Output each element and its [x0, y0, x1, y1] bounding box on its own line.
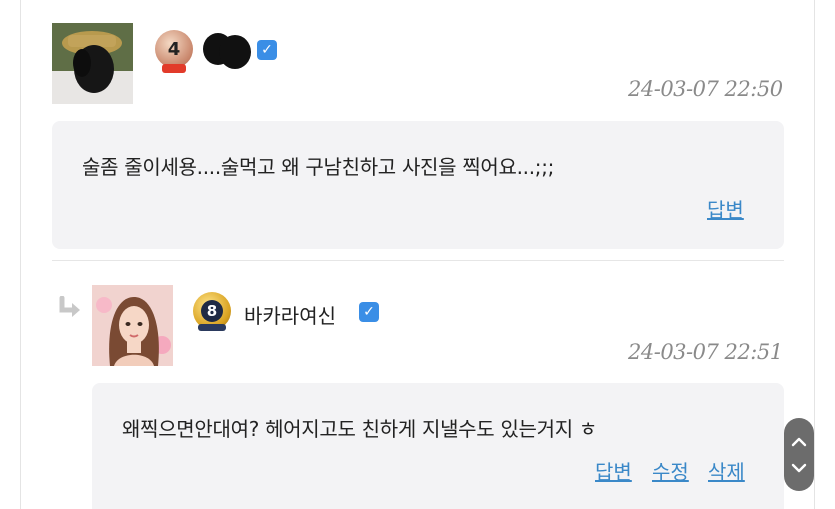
- level-badge-ribbon: [198, 324, 226, 331]
- author-nickname[interactable]: 바카라여신: [244, 300, 336, 329]
- edit-button[interactable]: 수정: [652, 456, 689, 485]
- level-number: 8: [201, 300, 223, 322]
- avatar-photo: [52, 23, 133, 104]
- level-badge: 4: [155, 30, 193, 68]
- chevron-up-icon[interactable]: [789, 433, 809, 451]
- reply-button[interactable]: 답변: [707, 194, 744, 223]
- comment-bubble: [92, 383, 784, 509]
- reply-button[interactable]: 답변: [595, 456, 632, 485]
- comment-timestamp: 24-03-07 22:51: [628, 340, 783, 364]
- avatar[interactable]: [52, 23, 133, 104]
- comment-text: 왜찍으면안대여? 헤어지고도 친하게 지낼수도 있는거지 ㅎ: [122, 417, 598, 441]
- comment-text: 술좀 줄이세용....술먹고 왜 구남친하고 사진을 찍어요...;;;: [82, 155, 555, 179]
- comment-bubble: [52, 121, 784, 249]
- frame-border-left: [20, 0, 21, 509]
- chevron-down-icon[interactable]: [789, 459, 809, 477]
- check-badge-icon: ✓: [257, 40, 277, 60]
- scroll-controls: [784, 418, 814, 491]
- check-badge-icon: ✓: [359, 302, 379, 322]
- frame-border-right: [814, 0, 815, 509]
- nickname-redacted: [203, 31, 251, 69]
- avatar[interactable]: [92, 285, 173, 366]
- level-number: 4: [167, 38, 181, 60]
- avatar-illustration: [92, 285, 173, 366]
- reply-arrow-icon: [58, 295, 84, 320]
- delete-button[interactable]: 삭제: [708, 456, 745, 485]
- comment-timestamp: 24-03-07 22:50: [628, 77, 783, 101]
- comment-divider: [52, 260, 784, 261]
- level-badge-ribbon: [162, 64, 186, 73]
